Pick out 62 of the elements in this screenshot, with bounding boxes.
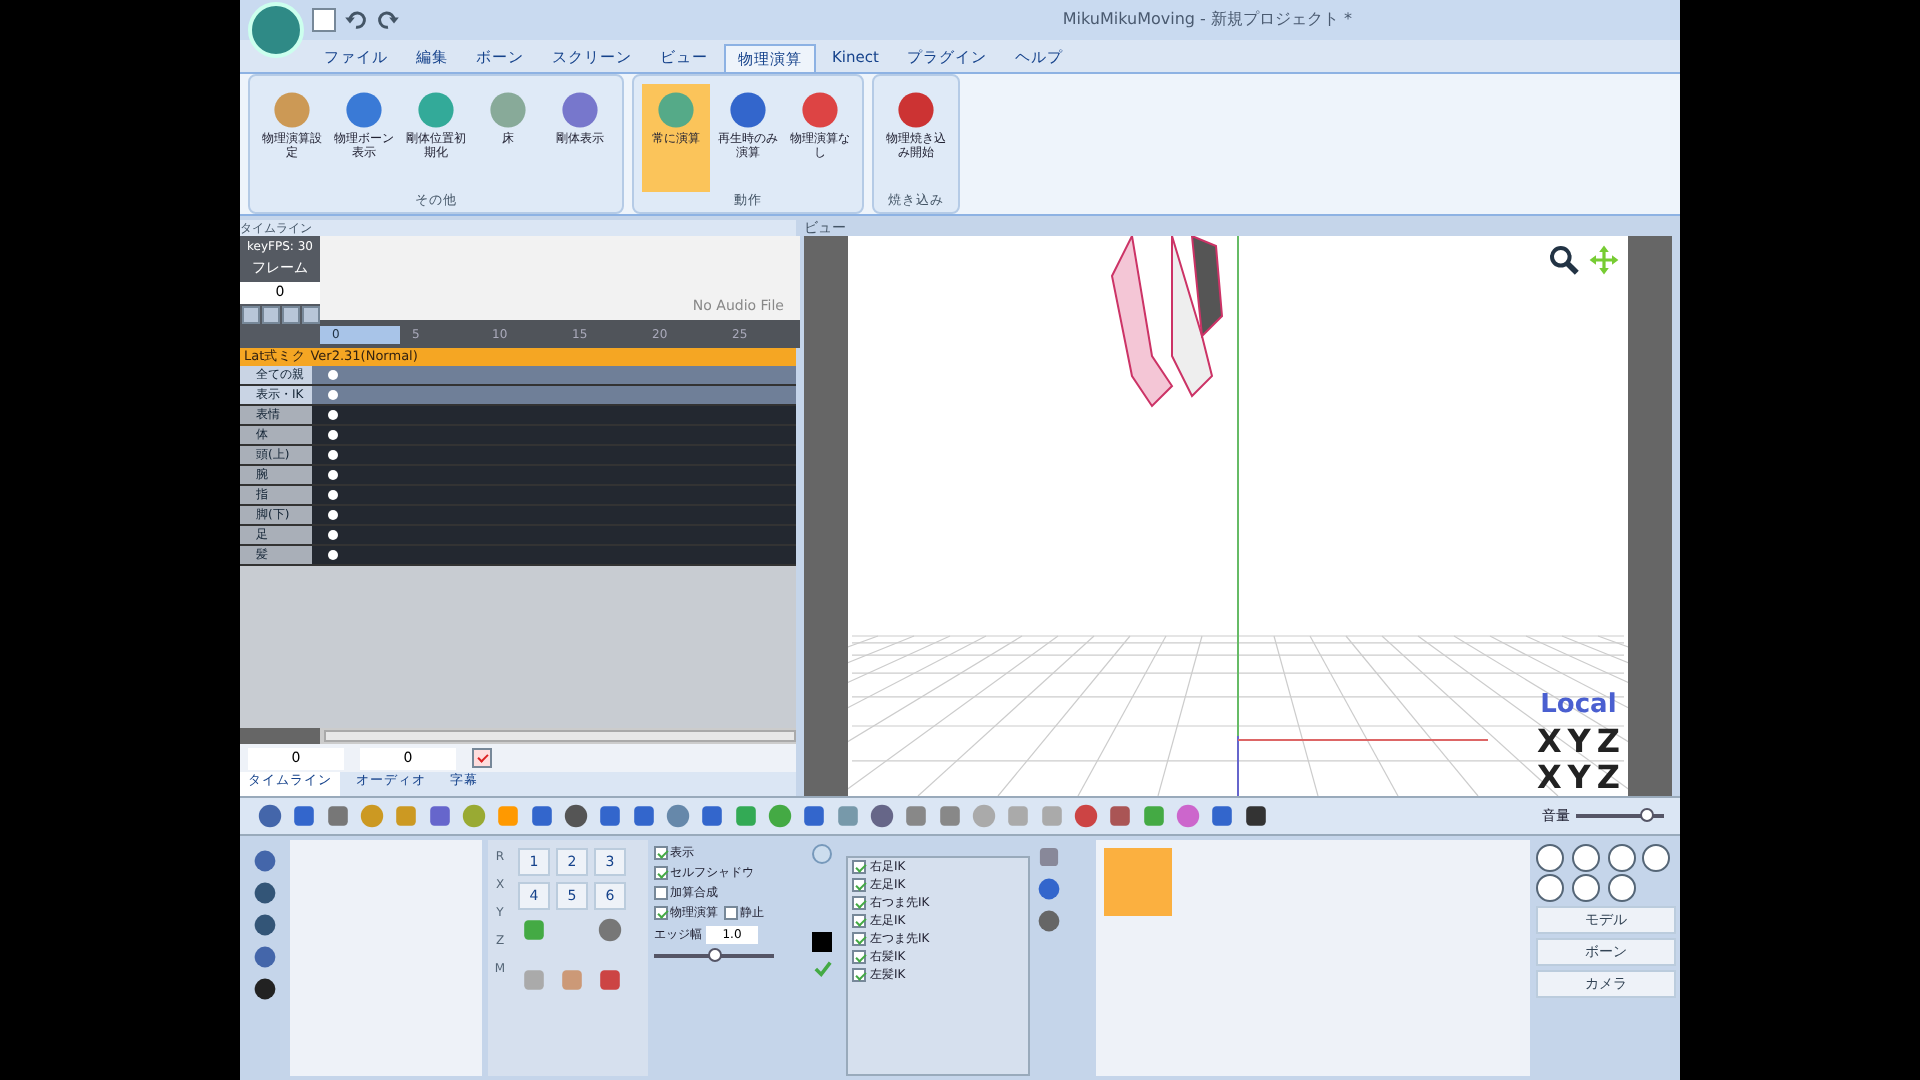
camera-view-icon[interactable] xyxy=(1536,874,1564,902)
scroll-bar[interactable] xyxy=(324,730,796,742)
checkbox[interactable] xyxy=(852,914,866,928)
check-icon[interactable] xyxy=(813,960,831,978)
model-thumbnail[interactable] xyxy=(1104,848,1172,916)
physics-icon xyxy=(798,88,842,132)
camera-view-icon[interactable] xyxy=(1571,874,1600,902)
checkbox[interactable] xyxy=(852,878,866,892)
camera-view-icon[interactable] xyxy=(1571,844,1600,872)
checkbox[interactable] xyxy=(852,896,866,910)
axis-move-handle[interactable]: Z xyxy=(1596,760,1620,796)
tool-icon[interactable] xyxy=(251,880,277,906)
redo-icon[interactable] xyxy=(376,8,400,32)
copy-icon xyxy=(518,966,550,994)
checkbox[interactable] xyxy=(852,968,866,982)
physics-icon xyxy=(894,88,938,132)
tool-icon[interactable] xyxy=(562,802,590,830)
search-icon[interactable] xyxy=(1548,244,1580,276)
checkbox[interactable] xyxy=(724,906,738,920)
edge-slider[interactable] xyxy=(654,954,774,958)
checkbox[interactable] xyxy=(654,866,668,880)
slider-thumb[interactable] xyxy=(708,948,722,962)
panel-icon[interactable] xyxy=(1036,844,1062,870)
tool-icon[interactable] xyxy=(1242,802,1270,830)
axis-rotate-handle[interactable]: Y xyxy=(1567,724,1591,760)
camera-view-icon[interactable] xyxy=(1607,844,1635,872)
copy-icon xyxy=(556,966,588,994)
scale-field[interactable] xyxy=(240,728,320,744)
camera-view-icon[interactable] xyxy=(1536,844,1564,872)
checkbox[interactable] xyxy=(852,860,866,874)
z-axis-line xyxy=(1237,735,1239,796)
slider-thumb[interactable] xyxy=(1640,808,1654,822)
physics-icon xyxy=(270,88,314,132)
camera-view-icon[interactable] xyxy=(1607,874,1635,902)
physics-icon xyxy=(414,88,458,132)
range-checkbox[interactable] xyxy=(472,748,492,768)
tool-icon[interactable] xyxy=(251,912,277,938)
physics-icon xyxy=(486,88,530,132)
checkbox[interactable] xyxy=(654,846,668,860)
undo-icon[interactable] xyxy=(344,8,368,32)
physics-icon xyxy=(726,88,770,132)
physics-icon xyxy=(558,88,602,132)
info-icon[interactable] xyxy=(812,844,832,864)
checkbox[interactable] xyxy=(654,886,668,900)
save-icon[interactable] xyxy=(312,8,336,32)
local-mode-label[interactable]: Local xyxy=(1540,685,1617,724)
checkbox[interactable] xyxy=(852,950,866,964)
tool-icon[interactable] xyxy=(251,976,277,1002)
physics-icon xyxy=(654,88,698,132)
checkbox[interactable] xyxy=(654,906,668,920)
copy-icon xyxy=(594,966,626,994)
camera-view-icon[interactable] xyxy=(1642,844,1671,872)
axis-move-handle[interactable]: Y xyxy=(1567,760,1591,796)
app-logo-icon[interactable] xyxy=(248,2,304,58)
physics-icon xyxy=(342,88,386,132)
window-title: MikuMikuMoving - 新規プロジェクト * xyxy=(1062,8,1352,32)
reset-icon xyxy=(518,916,550,944)
axis-rotate-handle[interactable]: X xyxy=(1536,724,1562,760)
edge-color-swatch[interactable] xyxy=(812,932,832,952)
checkbox[interactable] xyxy=(852,932,866,946)
axis-move-handle[interactable]: X xyxy=(1536,760,1562,796)
axis-rotate-handle[interactable]: Z xyxy=(1596,724,1620,760)
